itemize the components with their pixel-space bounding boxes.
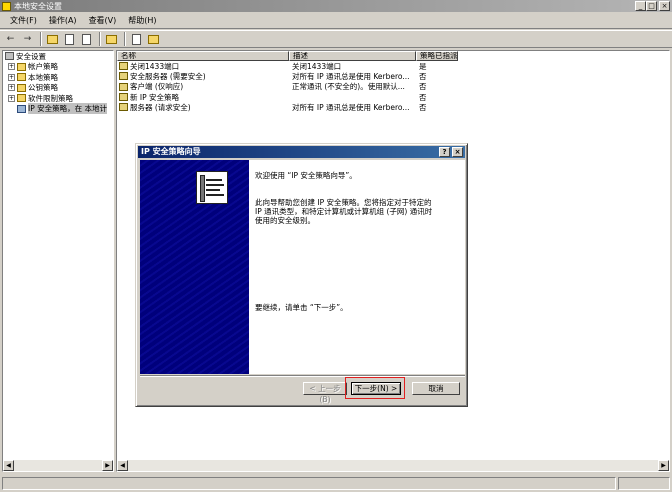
tree-item-root[interactable]: 安全设置 xyxy=(3,51,113,62)
policy-icon xyxy=(119,72,128,81)
folder-icon xyxy=(17,83,26,92)
menu-action[interactable]: 操作(A) xyxy=(43,15,83,26)
scroll-right-icon[interactable]: ▶ xyxy=(102,460,113,471)
toolbar-separator xyxy=(99,32,101,46)
column-header-assigned[interactable]: 策略已指派 xyxy=(416,51,458,61)
policy-icon xyxy=(119,93,128,102)
tree-pane: 安全设置 + 帐户策略 + 本地策略 + 公钥策略 + 软件限制策略 IP 安全… xyxy=(2,50,114,472)
menu-help[interactable]: 帮助(H) xyxy=(122,15,162,26)
policy-icon xyxy=(119,62,128,71)
wizard-content: 欢迎使用 “IP 安全策略向导”。 此向导帮助您创建 IP 安全策略。您将指定对… xyxy=(249,160,465,374)
tree-item-public-key-policy[interactable]: + 公钥策略 xyxy=(3,83,113,94)
continue-text: 要继续，请单击 “下一步”。 xyxy=(255,303,348,312)
tree-item-label: 本地策略 xyxy=(28,72,58,82)
description-line-2: IP 通讯类型，和特定计算机或计算机组 (子网) 通讯时 xyxy=(255,207,433,216)
dialog-separator xyxy=(140,375,465,377)
window-title: 本地安全设置 xyxy=(14,1,62,11)
menu-view[interactable]: 查看(V) xyxy=(83,15,123,26)
table-row[interactable]: 客户端 (仅响应) 正常通讯 (不安全的)。使用默认... 否 xyxy=(117,82,669,92)
dialog-title-bar: IP 安全策略向导 ? × xyxy=(138,146,465,158)
computer-icon xyxy=(5,52,14,61)
banner-pattern xyxy=(140,160,249,374)
minimize-button[interactable]: _ xyxy=(635,1,646,11)
tree-item-ip-security[interactable]: IP 安全策略，在 本地计 xyxy=(3,103,113,115)
column-header-name[interactable]: 名称 xyxy=(117,51,289,61)
wizard-banner xyxy=(140,160,249,374)
forward-arrow-icon[interactable]: → xyxy=(20,32,35,46)
policy-assigned: 否 xyxy=(419,102,427,112)
ip-security-icon xyxy=(17,104,26,113)
new-policy-icon[interactable] xyxy=(146,32,161,46)
toolbar-separator xyxy=(40,32,42,46)
close-button[interactable]: × xyxy=(659,1,670,11)
status-bar xyxy=(0,475,672,492)
cancel-button[interactable]: 取消 xyxy=(412,382,460,395)
table-row[interactable]: 服务器 (请求安全) 对所有 IP 通讯总是使用 Kerbero... 否 xyxy=(117,102,669,112)
welcome-text: 欢迎使用 “IP 安全策略向导”。 xyxy=(255,171,357,180)
show-tree-icon[interactable] xyxy=(62,32,77,46)
tree-item-local-policy[interactable]: + 本地策略 xyxy=(3,72,113,83)
next-button-highlight xyxy=(345,377,405,399)
scroll-left-icon[interactable]: ◀ xyxy=(3,460,14,471)
policy-icon xyxy=(119,103,128,112)
table-row[interactable]: 新 IP 安全策略 否 xyxy=(117,92,669,102)
toolbar-separator xyxy=(124,32,126,46)
window-controls: _ □ × xyxy=(635,1,670,11)
title-bar: 本地安全设置 _ □ × xyxy=(0,0,672,12)
tree-item-label: 帐户策略 xyxy=(28,62,58,72)
list-header: 名称 描述 策略已指派 xyxy=(117,51,669,61)
expand-icon[interactable]: + xyxy=(8,94,15,102)
help-icon[interactable] xyxy=(129,32,144,46)
dialog-close-button[interactable]: × xyxy=(452,147,463,157)
back-button[interactable]: < 上一步(B) xyxy=(303,382,347,404)
folder-icon xyxy=(17,94,26,103)
tree-item-label: IP 安全策略，在 本地计 xyxy=(28,103,108,115)
main-window: 本地安全设置 _ □ × 文件(F) 操作(A) 查看(V) 帮助(H) ← →… xyxy=(0,0,672,492)
policy-name: 服务器 (请求安全) xyxy=(130,102,191,112)
policy-description: 正常通讯 (不安全的)。使用默认... xyxy=(292,82,405,92)
expand-icon[interactable]: + xyxy=(8,84,15,92)
column-header-description[interactable]: 描述 xyxy=(289,51,416,61)
export-list-icon[interactable] xyxy=(104,32,119,46)
dialog-help-button[interactable]: ? xyxy=(439,147,450,157)
menu-bar: 文件(F) 操作(A) 查看(V) 帮助(H) xyxy=(0,13,672,29)
table-row[interactable]: 安全服务器 (需要安全) 对所有 IP 通讯总是使用 Kerbero... 否 xyxy=(117,71,669,81)
tree-item-label: 公钥策略 xyxy=(28,83,58,93)
scroll-document-icon xyxy=(196,171,228,204)
back-arrow-icon[interactable]: ← xyxy=(3,32,18,46)
table-row[interactable]: 关闭1433端口 关闭1433端口 是 xyxy=(117,61,669,71)
tree-item-label: 软件限制策略 xyxy=(28,93,73,103)
up-folder-icon[interactable] xyxy=(45,32,60,46)
status-cell xyxy=(2,477,616,490)
policy-description: 对所有 IP 通讯总是使用 Kerbero... xyxy=(292,102,410,112)
dialog-controls: ? × xyxy=(439,147,463,157)
properties-icon[interactable] xyxy=(79,32,94,46)
list-horizontal-scrollbar[interactable]: ◀ ▶ xyxy=(117,460,669,471)
ip-security-wizard-dialog: IP 安全策略向导 ? × 欢迎使用 “IP 安全策略向导”。 此向导帮助您创建… xyxy=(135,143,468,407)
expand-icon[interactable]: + xyxy=(8,63,15,71)
folder-icon xyxy=(17,62,26,71)
app-icon xyxy=(2,1,11,11)
scroll-left-icon[interactable]: ◀ xyxy=(117,460,128,471)
expand-icon[interactable]: + xyxy=(8,73,15,81)
scroll-right-icon[interactable]: ▶ xyxy=(658,460,669,471)
policy-icon xyxy=(119,82,128,91)
maximize-button[interactable]: □ xyxy=(646,1,657,11)
folder-icon xyxy=(17,73,26,82)
description-line-1: 此向导帮助您创建 IP 安全策略。您将指定对于特定的 xyxy=(255,198,432,207)
toolbar: ← → xyxy=(0,30,672,48)
menu-file[interactable]: 文件(F) xyxy=(4,15,43,26)
status-cell xyxy=(618,477,670,490)
description-line-3: 使用的安全级别。 xyxy=(255,216,315,225)
tree-horizontal-scrollbar[interactable]: ◀ ▶ xyxy=(3,460,113,471)
tree-item-account-policy[interactable]: + 帐户策略 xyxy=(3,62,113,73)
tree-item-software-restriction[interactable]: + 软件限制策略 xyxy=(3,93,113,104)
tree-item-label: 安全设置 xyxy=(16,51,46,61)
dialog-title: IP 安全策略向导 xyxy=(141,147,201,156)
